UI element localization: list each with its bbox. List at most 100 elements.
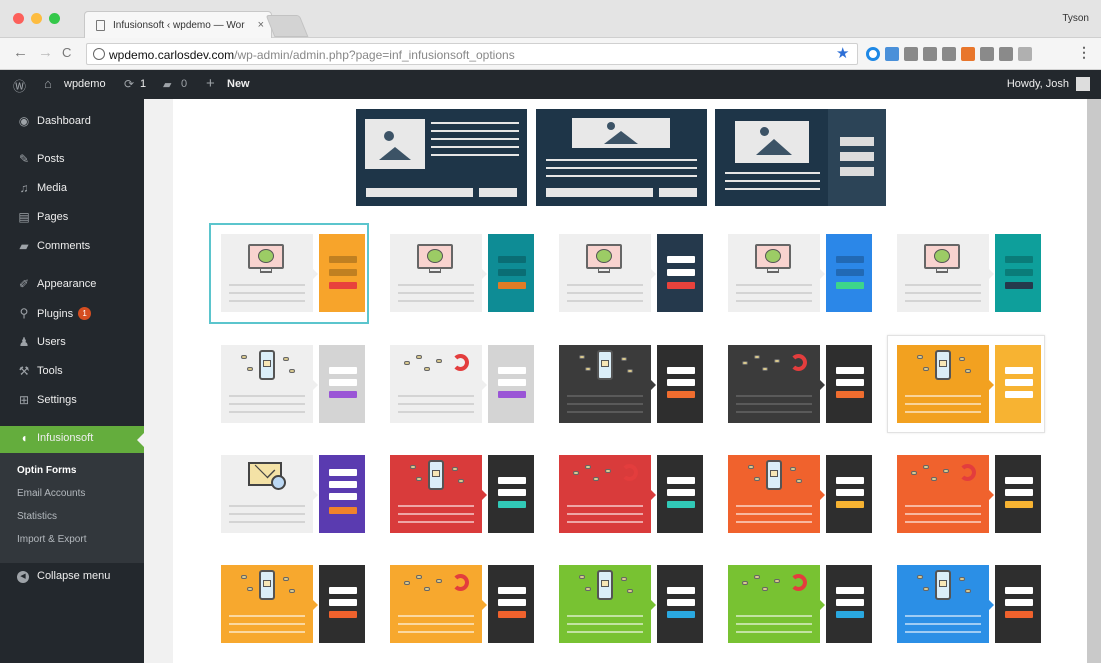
monitor-icon [248,244,284,269]
template-button-swatch [667,611,695,618]
image-placeholder-icon [572,118,670,148]
minimize-window-dot[interactable] [31,13,42,24]
comments-count[interactable]: 0 [181,78,187,90]
optin-template-card[interactable] [390,565,534,643]
menu-item-pages[interactable]: ▤ Pages [0,205,144,231]
optin-template-card[interactable] [559,565,703,643]
optin-template-card[interactable] [390,234,534,312]
monitor-icon [924,244,960,269]
url-host: wpdemo.carlosdev.com [109,48,235,62]
extension-icon[interactable] [923,47,937,61]
template-button-swatch [329,391,357,398]
site-name-link[interactable]: wpdemo [64,78,106,90]
infusionsoft-submenu: Optin Forms Email Accounts Statistics Im… [0,453,144,563]
menu-item-infusionsoft[interactable]: ◖ Infusionsoft [0,426,144,453]
extension-icon[interactable] [980,47,994,61]
optin-template-card[interactable] [897,234,1041,312]
comment-icon: ▰ [19,239,29,253]
submenu-statistics[interactable]: Statistics [17,511,57,522]
menu-item-appearance[interactable]: ✐ Appearance [0,272,144,298]
menu-item-comments[interactable]: ▰ Comments [0,234,144,260]
template-button-swatch [836,501,864,508]
template-button-swatch [836,611,864,618]
wordpress-logo-icon[interactable]: Ⓦ [13,76,26,95]
optin-template-card[interactable] [728,455,872,533]
optin-template-card[interactable] [559,455,703,533]
layout-option-image-top[interactable] [536,109,707,206]
menu-item-label: Plugins [37,308,74,320]
home-icon[interactable]: ⌂ [44,76,52,91]
zoom-window-dot[interactable] [49,13,60,24]
optin-template-card[interactable] [390,455,534,533]
new-content-link[interactable]: New [227,78,250,90]
howdy-user[interactable]: Howdy, Josh [1007,78,1069,90]
address-bar[interactable]: wpdemo.carlosdev.com/wp-admin/admin.php?… [86,43,858,65]
pages-icon: ▤ [18,210,30,224]
layout-option-image-left[interactable] [356,109,527,206]
magnet-icon [452,354,469,371]
menu-item-label: Pages [37,211,69,223]
menu-item-plugins[interactable]: ⚲ Plugins 1 [0,301,144,327]
browser-tab[interactable]: Infusionsoft ‹ wpdemo — Wor × [84,11,272,38]
admin-sidebar: ◉ Dashboard ✎ Posts ♫ Media ▤ Pages ▰ Comment… [0,99,144,663]
dashboard-icon: ◉ [18,114,30,128]
menu-item-settings[interactable]: ⊞ Settings [0,388,144,414]
extension-icon[interactable] [1018,47,1032,61]
submenu-import-export[interactable]: Import & Export [17,534,86,545]
template-button-swatch [498,391,526,398]
template-button-swatch [667,501,695,508]
browser-menu-icon[interactable]: ⋮ [1077,44,1091,61]
forward-icon[interactable]: → [38,45,53,61]
plus-icon[interactable]: + [206,75,215,92]
optin-template-card[interactable] [559,234,703,312]
extension-icon[interactable] [942,47,956,61]
back-icon[interactable]: ← [13,45,28,61]
optin-template-card[interactable] [221,455,365,533]
comments-icon[interactable]: ▰ [163,78,171,91]
optin-template-card[interactable] [221,565,365,643]
magnet-icon [790,354,807,371]
info-icon[interactable] [93,48,105,60]
extension-icon[interactable] [999,47,1013,61]
menu-item-label: Media [37,182,67,194]
optin-template-card[interactable] [221,234,365,312]
optin-template-card[interactable] [559,345,703,423]
layout-option-sidebar-right[interactable] [715,109,886,206]
submenu-email-accounts[interactable]: Email Accounts [17,488,85,499]
extension-icon[interactable] [904,47,918,61]
menu-item-users[interactable]: ♟ Users [0,330,144,356]
phone-icon [259,350,275,380]
collapse-menu-button[interactable]: ◀ Collapse menu [0,564,144,590]
optin-template-card[interactable] [728,565,872,643]
extension-icon[interactable] [961,47,975,61]
optin-template-card[interactable] [221,345,365,423]
optin-template-card[interactable] [897,455,1041,533]
optin-template-card[interactable] [390,345,534,423]
menu-item-tools[interactable]: ⚒ Tools [0,359,144,385]
template-button-swatch [329,507,357,514]
updates-count[interactable]: 1 [140,78,146,90]
menu-item-media[interactable]: ♫ Media [0,176,144,202]
bookmark-star-icon[interactable]: ★ [836,44,849,62]
close-window-dot[interactable] [13,13,24,24]
optin-template-card[interactable] [728,234,872,312]
menu-item-posts[interactable]: ✎ Posts [0,147,144,173]
optin-template-card[interactable] [728,345,872,423]
wrench-icon: ⚒ [18,364,30,378]
search-icon [271,475,286,490]
profile-name[interactable]: Tyson [1062,13,1089,24]
optin-template-card[interactable] [897,345,1041,423]
extension-icon[interactable] [885,47,899,61]
template-button-swatch [1005,391,1033,398]
tab-close-icon[interactable]: × [258,19,264,31]
reload-icon[interactable]: C [62,45,71,61]
plugin-icon: ⚲ [19,306,29,320]
submenu-optin-forms[interactable]: Optin Forms [17,465,76,476]
optin-template-card[interactable] [897,565,1041,643]
template-button-swatch [498,611,526,618]
avatar[interactable] [1076,77,1090,91]
extension-icon[interactable] [866,47,880,61]
updates-icon[interactable]: ⟳ [124,77,134,91]
menu-item-label: Posts [37,153,65,165]
menu-item-dashboard[interactable]: ◉ Dashboard [0,109,144,135]
